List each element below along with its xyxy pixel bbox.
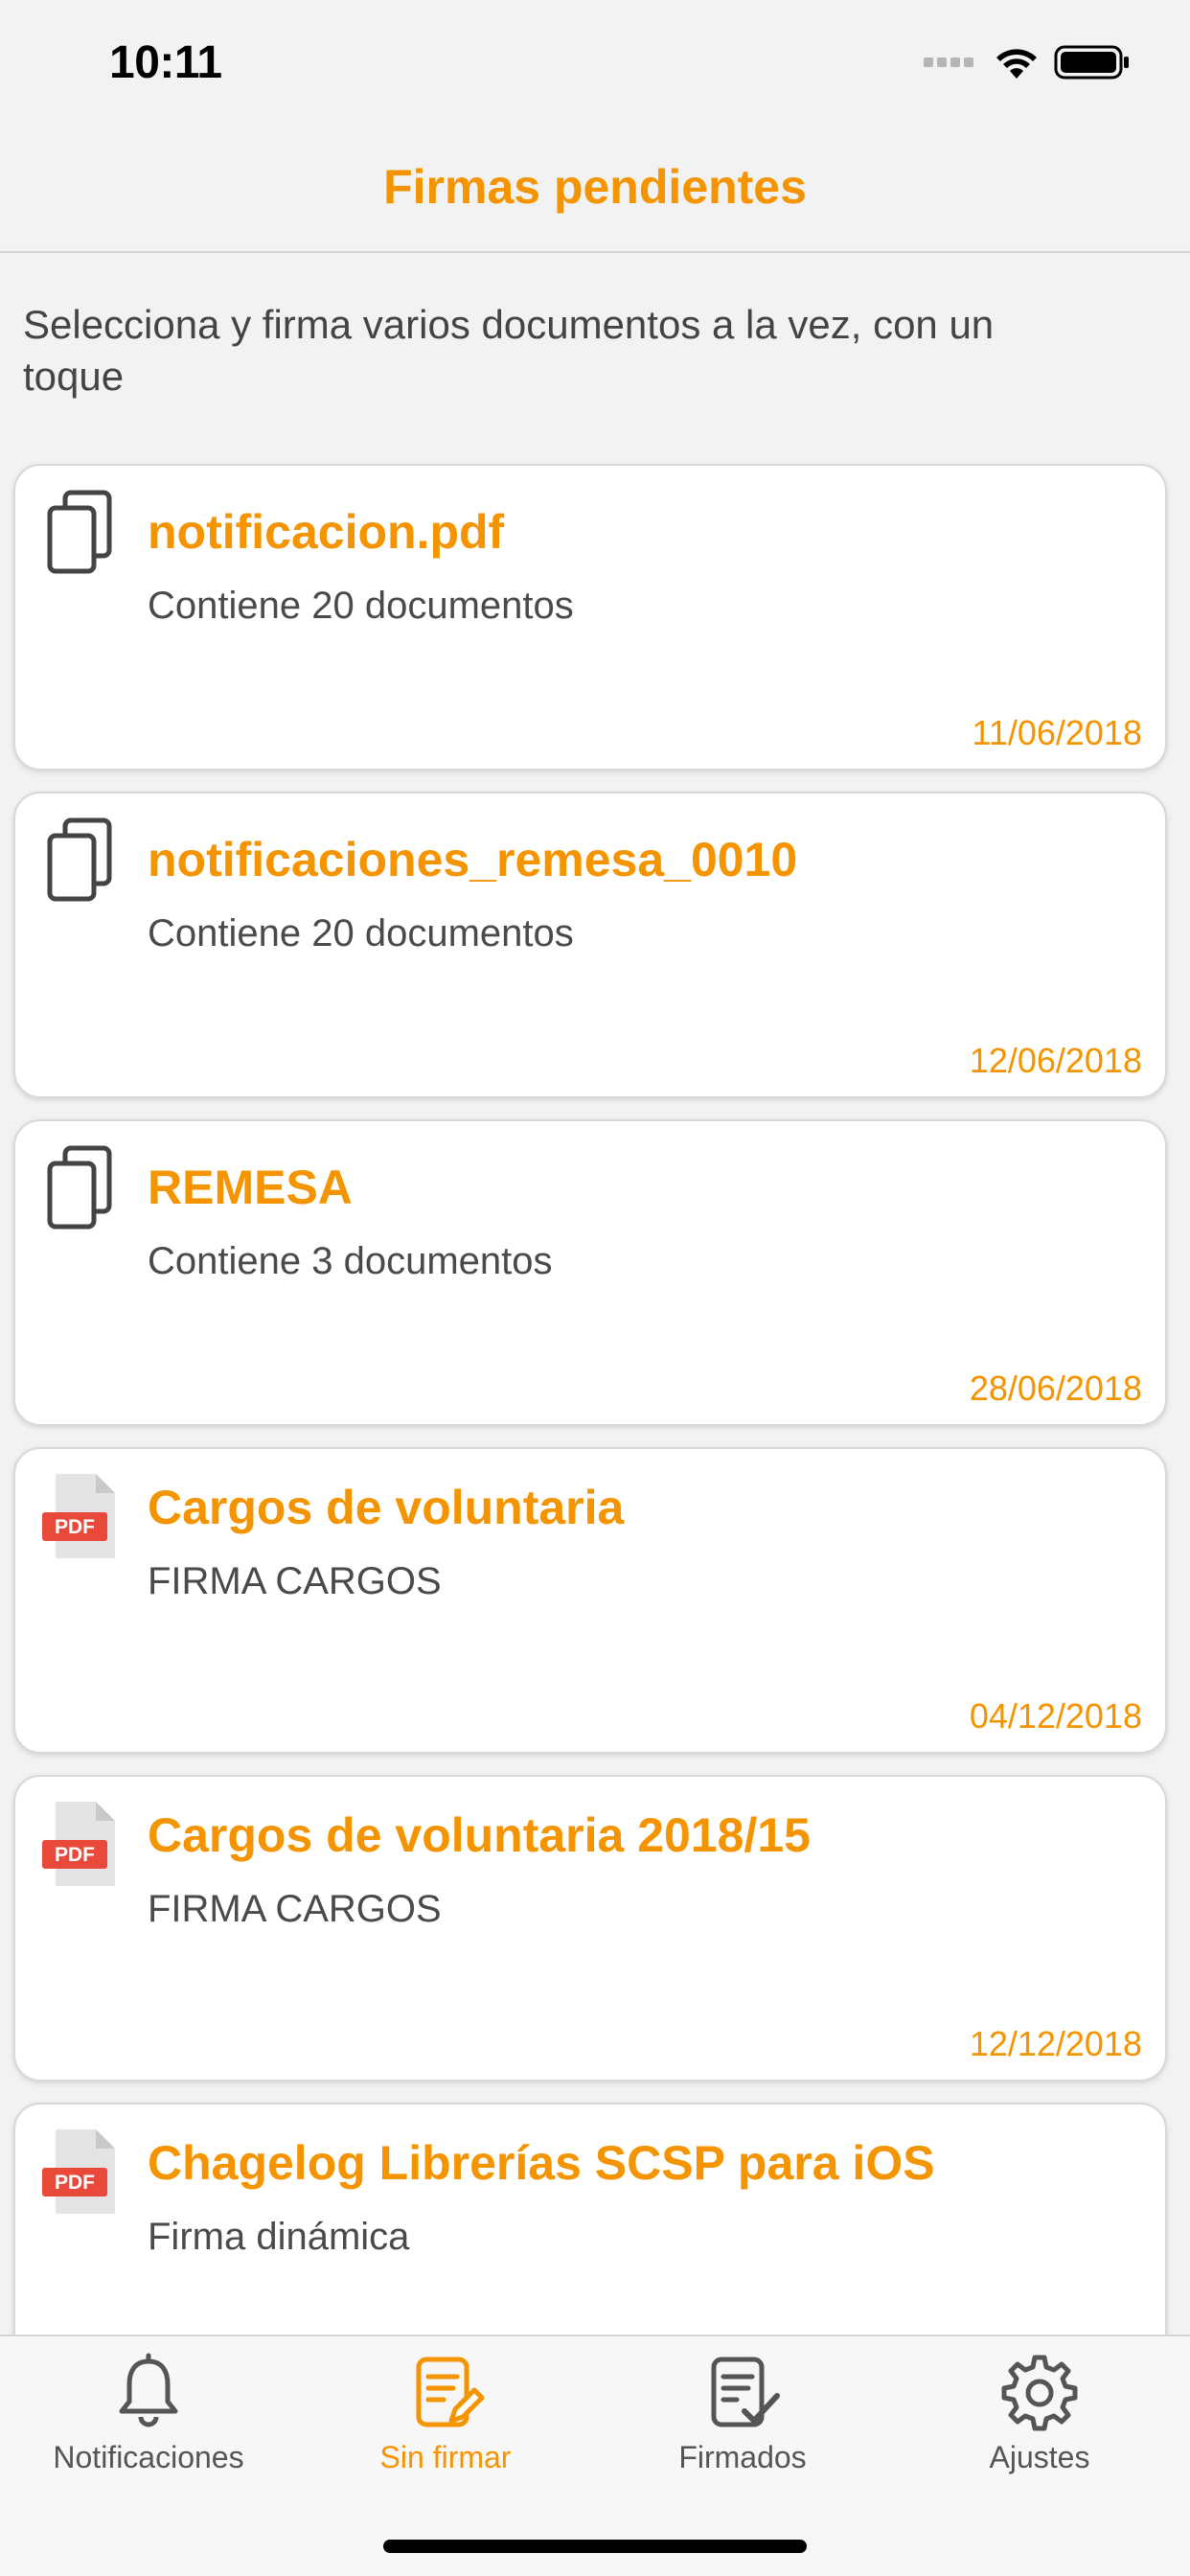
tab-label: Firmados (678, 2440, 807, 2474)
cellular-signal-icon (924, 58, 973, 67)
status-time: 10:11 (109, 37, 222, 88)
document-date: 12/12/2018 (969, 2024, 1142, 2063)
gear-icon (1001, 2355, 1078, 2431)
bell-icon (119, 2353, 178, 2427)
multi-document-icon (47, 490, 112, 574)
document-title: Cargos de voluntaria 2018/15 (148, 1808, 811, 1862)
status-bar: 10:11 (0, 0, 1190, 126)
document-card[interactable]: PDF Cargos de voluntaria FIRMA CARGOS 04… (13, 1447, 1167, 1754)
document-card[interactable]: notificacion.pdf Contiene 20 documentos … (13, 464, 1167, 770)
document-card[interactable]: REMESA Contiene 3 documentos 28/06/2018 (13, 1119, 1167, 1426)
tab-firmados[interactable]: Firmados (594, 2352, 891, 2475)
document-subtitle: FIRMA CARGOS (148, 1888, 442, 1930)
navigation-bar: Firmas pendientes (0, 126, 1190, 253)
tab-ajustes[interactable]: Ajustes (891, 2352, 1188, 2475)
edit-document-icon (416, 2357, 485, 2427)
document-subtitle: Contiene 3 documentos (148, 1240, 553, 1282)
document-subtitle: Contiene 20 documentos (148, 585, 574, 627)
document-title: notificacion.pdf (148, 505, 505, 559)
document-title: REMESA (148, 1161, 353, 1214)
document-card[interactable]: PDF Cargos de voluntaria 2018/15 FIRMA C… (13, 1775, 1167, 2082)
tab-label: Ajustes (989, 2440, 1090, 2474)
document-title: notificaciones_remesa_0010 (148, 833, 798, 886)
pdf-badge-text: PDF (55, 1844, 95, 1866)
pdf-file-icon: PDF (42, 1802, 115, 1886)
battery-icon (1054, 45, 1129, 80)
document-list: notificacion.pdf Contiene 20 documentos … (13, 464, 1167, 2430)
pdf-file-icon: PDF (42, 1474, 115, 1558)
intro-text: Selecciona y firma varios documentos a l… (23, 302, 995, 399)
signed-document-icon (711, 2357, 780, 2427)
document-title: Cargos de voluntaria (148, 1481, 625, 1534)
document-date: 04/12/2018 (969, 1696, 1142, 1736)
tab-label: Notificaciones (53, 2440, 244, 2474)
document-date: 11/06/2018 (972, 713, 1142, 752)
pdf-badge-text: PDF (55, 1516, 95, 1538)
document-card[interactable]: notificaciones_remesa_0010 Contiene 20 d… (13, 792, 1167, 1098)
document-title: Chagelog Librerías SCSP para iOS (148, 2136, 935, 2190)
tab-label: Sin firmar (379, 2440, 512, 2474)
home-indicator[interactable] (383, 2540, 807, 2553)
document-subtitle: FIRMA CARGOS (148, 1560, 442, 1602)
page-title: Firmas pendientes (383, 160, 807, 214)
pdf-file-icon: PDF (42, 2129, 115, 2214)
tab-notificaciones[interactable]: Notificaciones (0, 2352, 297, 2475)
multi-document-icon (47, 1145, 112, 1230)
pdf-badge-text: PDF (55, 2172, 95, 2194)
document-date: 12/06/2018 (969, 1041, 1142, 1080)
status-icons (924, 44, 1131, 80)
tab-sin-firmar[interactable]: Sin firmar (297, 2352, 594, 2475)
document-subtitle: Contiene 20 documentos (148, 912, 574, 954)
document-subtitle: Firma dinámica (148, 2216, 410, 2258)
wifi-icon (996, 49, 1037, 79)
document-date: 28/06/2018 (969, 1368, 1142, 1408)
multi-document-icon (47, 817, 112, 902)
